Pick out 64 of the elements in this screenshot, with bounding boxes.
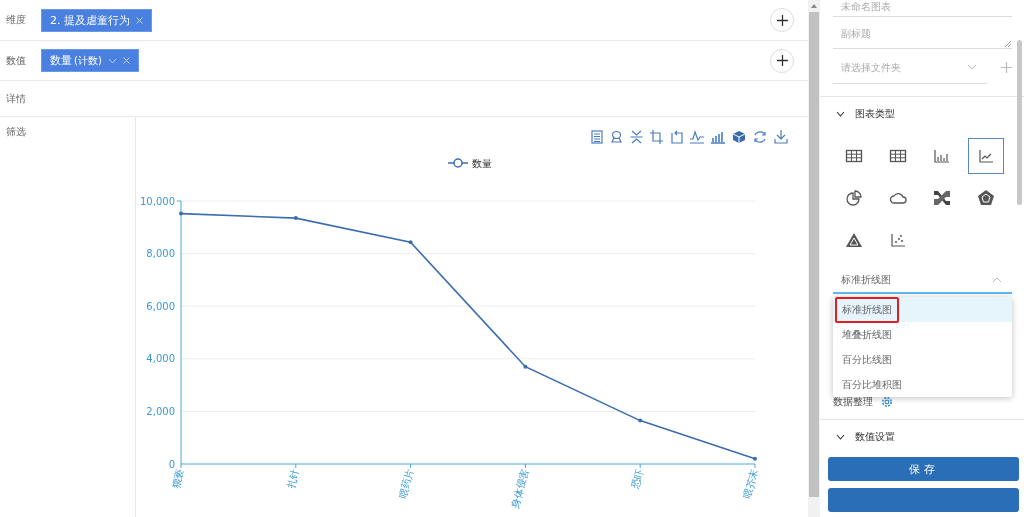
data-view-icon[interactable] xyxy=(591,130,603,144)
field-tag[interactable]: 2. 提及虐童行为 xyxy=(41,8,152,32)
data-point xyxy=(179,211,183,216)
axis-category-label: 恐吓 xyxy=(629,467,646,490)
setting-label: 数据整理 xyxy=(833,395,873,409)
axis-tick-label: 8,000 xyxy=(146,248,175,260)
close-icon[interactable] xyxy=(122,57,130,64)
dropdown-option[interactable]: 堆叠折线图 xyxy=(833,322,1012,347)
data-point xyxy=(408,240,413,245)
field-tag[interactable]: 数量 (计数) xyxy=(41,49,139,72)
dropdown-option[interactable]: 百分比堆积图 xyxy=(833,372,1012,397)
field-label: 数值 xyxy=(6,53,26,68)
crop-icon[interactable] xyxy=(650,130,663,144)
section-title: 图表类型 xyxy=(855,107,895,121)
save-button[interactable]: 保存 xyxy=(828,457,1019,481)
add-button[interactable] xyxy=(770,8,794,32)
axis-tick-label: 4,000 xyxy=(146,353,175,365)
axis-category-label: 扎针 xyxy=(284,467,301,490)
data-point xyxy=(638,418,643,423)
line-chart-icon[interactable] xyxy=(690,130,704,144)
axis-tick-label: 10,000 xyxy=(140,195,175,207)
undo-crop-icon[interactable] xyxy=(670,130,683,144)
settings-icon[interactable] xyxy=(881,396,893,408)
axis-tick-label: 0 xyxy=(168,458,175,470)
axis-category-label: 喂芥末 xyxy=(741,467,760,500)
dropdown-option[interactable]: 标准折线图 xyxy=(833,297,1012,322)
close-icon[interactable] xyxy=(136,16,143,24)
axis-category-label: 喂药片 xyxy=(397,467,416,500)
plus-icon xyxy=(776,55,788,66)
chart-legend[interactable]: 数量 xyxy=(447,158,492,169)
refresh-icon[interactable] xyxy=(753,130,767,144)
add-button[interactable] xyxy=(770,48,794,73)
chevron-down-icon[interactable] xyxy=(836,111,845,117)
scroll-up-icon[interactable] xyxy=(811,4,817,8)
title-field[interactable]: 未命名图表 xyxy=(833,0,1012,12)
folder-select[interactable]: 请选择文件夹 xyxy=(833,51,967,83)
axis-tick-label: 2,000 xyxy=(146,405,175,417)
field-label: 筛选 xyxy=(6,125,26,139)
dropdown-option[interactable]: 百分比线图 xyxy=(833,347,1012,372)
collapse-arrows-icon[interactable] xyxy=(630,130,643,144)
data-point xyxy=(523,364,528,369)
subtitle-field[interactable]: 副标题 xyxy=(833,18,1012,48)
chevron-up-icon[interactable] xyxy=(992,277,1002,283)
chart-subtype-select[interactable]: 标准折线图 xyxy=(833,268,1012,294)
scrollbar[interactable] xyxy=(808,0,820,517)
lasso-icon[interactable] xyxy=(610,130,623,144)
section-title: 数值设置 xyxy=(855,430,895,444)
axis-tick-label: 6,000 xyxy=(146,300,175,312)
plus-icon[interactable] xyxy=(1001,62,1012,73)
axis-category-label: 猥亵 xyxy=(170,467,186,490)
download-icon[interactable] xyxy=(774,130,788,144)
chevron-down-icon[interactable] xyxy=(836,434,845,440)
bar-chart-icon[interactable] xyxy=(711,130,725,144)
scrollbar-thumb[interactable] xyxy=(1017,40,1022,205)
data-point xyxy=(293,216,298,221)
data-point xyxy=(753,456,757,461)
scrollbar-thumb[interactable] xyxy=(809,12,819,497)
field-label: 维度 xyxy=(6,13,26,27)
cube-icon[interactable] xyxy=(732,130,746,144)
axis-category-label: 身体侵害 xyxy=(509,467,531,510)
plus-icon xyxy=(776,14,788,26)
resize-grip-icon[interactable] xyxy=(1004,40,1011,47)
legend-label: 数量 xyxy=(472,158,492,169)
field-label: 详情 xyxy=(6,91,26,106)
